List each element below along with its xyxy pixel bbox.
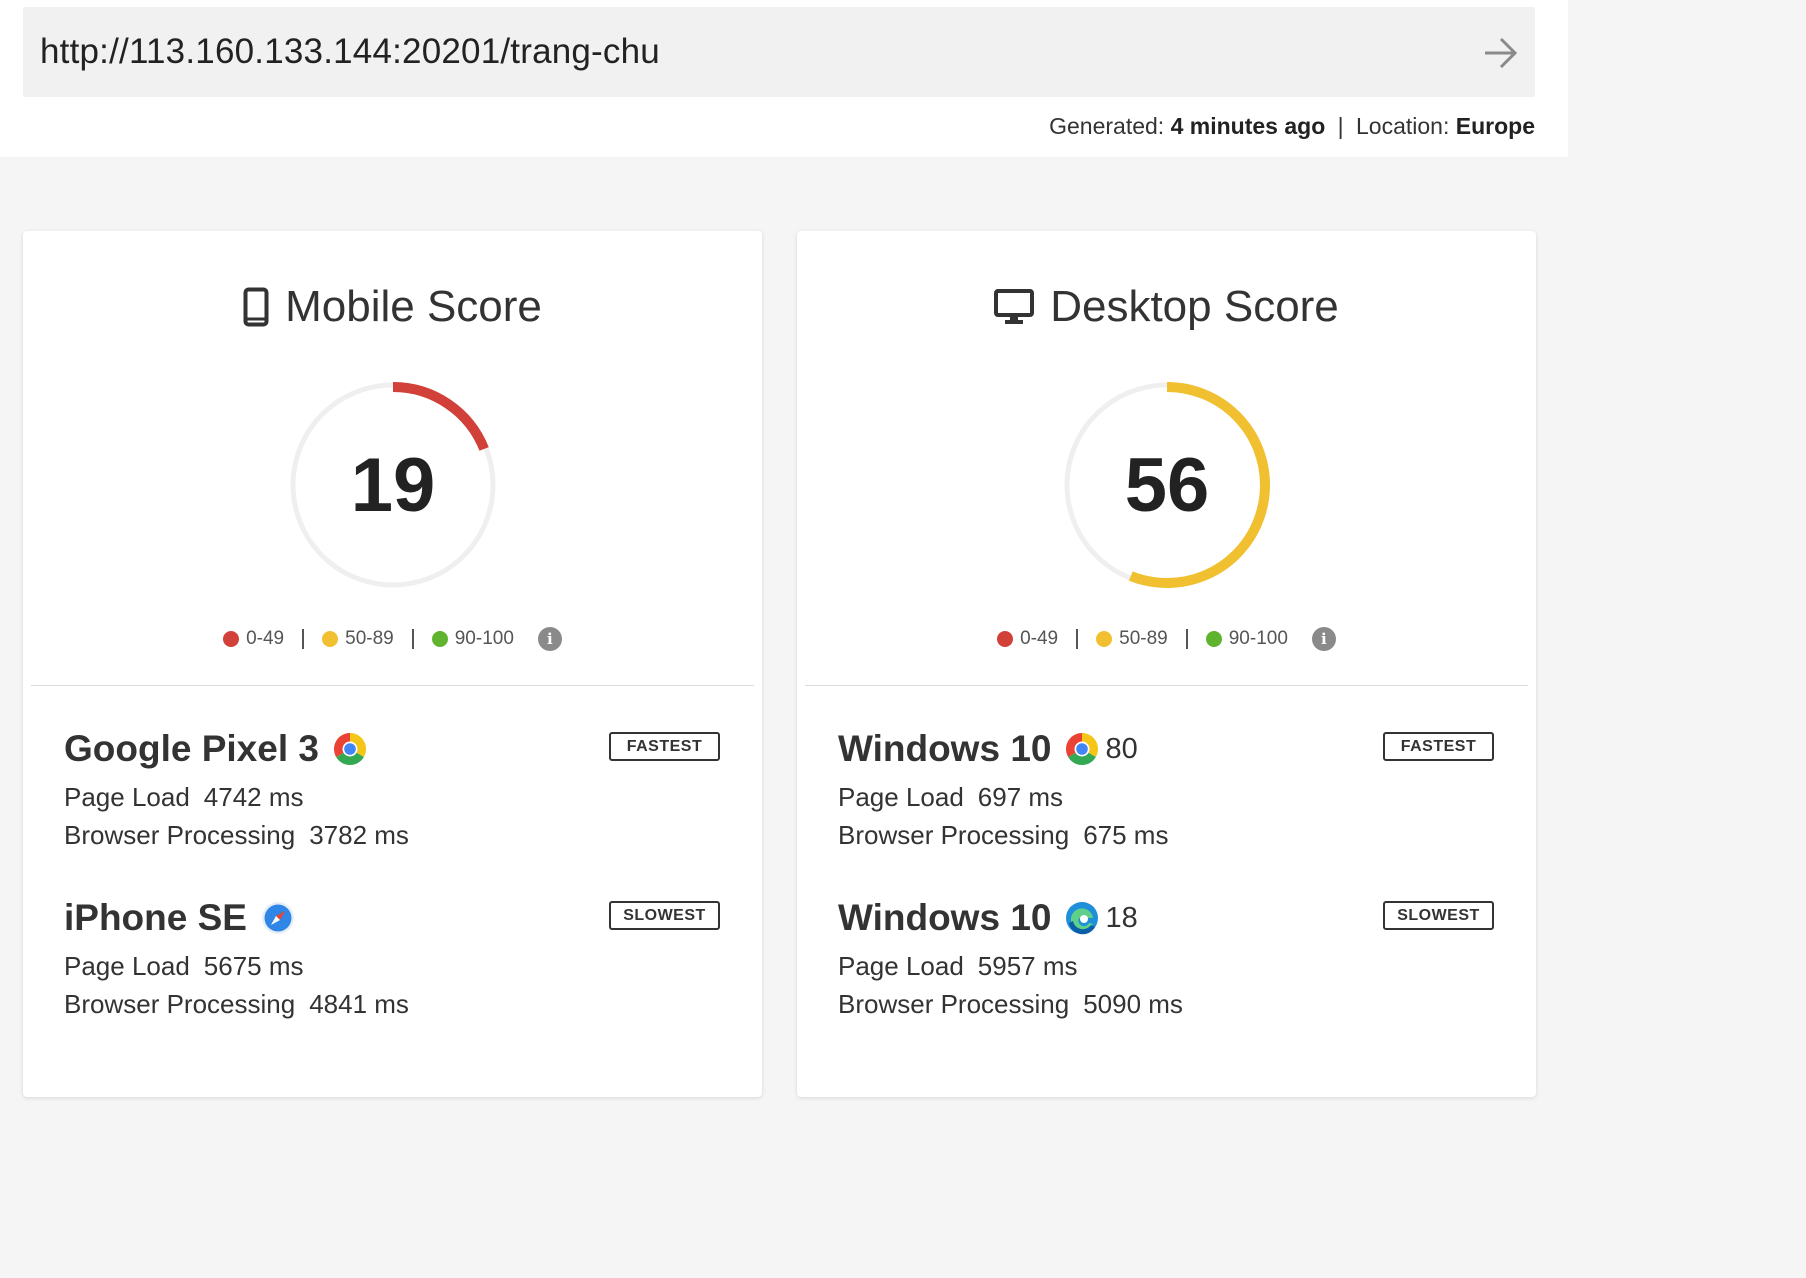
mobile-phone-icon [243, 287, 269, 327]
generated-label: Generated: [1049, 113, 1165, 139]
fastest-badge: FASTEST [609, 732, 720, 761]
device-result-fastest: Windows 10 80 FASTEST Page Load 697 ms Br… [838, 728, 1494, 868]
browser-version: 18 [1105, 901, 1138, 934]
legend-good: 90-100 [1205, 628, 1288, 650]
browser-processing-row: Browser Processing 5090 ms [838, 989, 1183, 1020]
url-text[interactable]: http://113.160.133.144:20201/trang-chu [40, 32, 660, 72]
info-icon[interactable]: i [1311, 627, 1336, 651]
red-dot-icon [997, 631, 1014, 647]
desktop-score-gauge: 56 [1061, 379, 1273, 591]
page-load-value: 4742 ms [203, 782, 304, 812]
browser-processing-label: Browser Processing [838, 820, 1070, 850]
desktop-monitor-icon [994, 289, 1035, 324]
mobile-score-title: Mobile Score [285, 282, 542, 331]
url-bar[interactable]: http://113.160.133.144:20201/trang-chu [23, 7, 1535, 97]
browser-processing-value: 4841 ms [309, 989, 409, 1019]
browser-processing-label: Browser Processing [64, 989, 296, 1019]
page-load-row: Page Load 5957 ms [838, 951, 1078, 982]
browser-processing-label: Browser Processing [64, 820, 296, 850]
yellow-dot-icon [1096, 631, 1113, 647]
meta-separator: | [1337, 113, 1344, 139]
card-divider [805, 685, 1528, 686]
page-load-label: Page Load [64, 782, 190, 812]
device-result-fastest: Google Pixel 3 FASTEST Page Load 4742 ms … [64, 728, 720, 868]
info-icon[interactable]: i [537, 627, 562, 651]
page-load-row: Page Load 4742 ms [64, 782, 304, 813]
device-result-slowest: iPhone SE SLOWEST Page Load 5675 ms Brows… [64, 897, 720, 1037]
report-meta: Generated: 4 minutes ago | Location: Eur… [1049, 113, 1535, 140]
location-label: Location: [1356, 113, 1450, 139]
generated-value: 4 minutes ago [1170, 113, 1326, 139]
browser-processing-row: Browser Processing 3782 ms [64, 820, 409, 851]
arrow-right-icon[interactable] [1481, 33, 1521, 73]
mobile-score-card: Mobile Score 19 0-49 50-89 90-100 i Goog… [23, 231, 762, 1097]
chrome-icon [1066, 733, 1099, 766]
legend-poor: 0-49 [997, 628, 1058, 650]
legend-separator [1076, 629, 1079, 649]
desktop-score-heading: Desktop Score [797, 279, 1536, 335]
page-load-label: Page Load [64, 951, 190, 981]
red-dot-icon [223, 631, 240, 647]
browser-processing-row: Browser Processing 675 ms [838, 820, 1168, 851]
card-divider [31, 685, 754, 686]
desktop-score-title: Desktop Score [1050, 282, 1339, 331]
edge-icon [1066, 902, 1099, 935]
page-load-value: 5675 ms [203, 951, 304, 981]
device-name: Google Pixel 3 [64, 728, 319, 769]
device-result-slowest: Windows 10 18 SLOWEST Page Load 5957 ms B… [838, 897, 1494, 1037]
legend-poor: 0-49 [223, 628, 284, 650]
chrome-icon [333, 733, 366, 766]
slowest-badge: SLOWEST [609, 901, 720, 930]
score-legend: 0-49 50-89 90-100 i [23, 625, 762, 653]
mobile-score-gauge: 19 [287, 379, 499, 591]
green-dot-icon [431, 631, 448, 647]
yellow-dot-icon [322, 631, 339, 647]
legend-good: 90-100 [431, 628, 514, 650]
device-name: Windows 10 [838, 728, 1052, 769]
browser-processing-value: 675 ms [1083, 820, 1169, 850]
browser-processing-label: Browser Processing [838, 989, 1070, 1019]
legend-average: 50-89 [1096, 628, 1168, 650]
browser-processing-value: 3782 ms [309, 820, 409, 850]
mobile-score-value: 19 [350, 442, 436, 528]
page-load-value: 5957 ms [977, 951, 1078, 981]
legend-separator [411, 629, 414, 649]
page-load-label: Page Load [838, 951, 964, 981]
location-value: Europe [1455, 113, 1535, 139]
desktop-score-value: 56 [1124, 442, 1210, 528]
browser-processing-value: 5090 ms [1083, 989, 1183, 1019]
fastest-badge: FASTEST [1383, 732, 1494, 761]
browser-version: 80 [1105, 732, 1138, 765]
device-name: Windows 10 [838, 897, 1052, 938]
desktop-score-card: Desktop Score 56 0-49 50-89 90-100 i Win… [797, 231, 1536, 1097]
safari-icon [261, 902, 294, 934]
page-load-row: Page Load 697 ms [838, 782, 1063, 813]
legend-average: 50-89 [322, 628, 394, 650]
legend-separator [302, 629, 305, 649]
header-band: http://113.160.133.144:20201/trang-chu G… [0, 0, 1568, 157]
mobile-score-heading: Mobile Score [23, 279, 762, 335]
page-load-value: 697 ms [977, 782, 1064, 812]
legend-separator [1185, 629, 1188, 649]
browser-processing-row: Browser Processing 4841 ms [64, 989, 409, 1020]
green-dot-icon [1205, 631, 1222, 647]
slowest-badge: SLOWEST [1383, 901, 1494, 930]
page-load-label: Page Load [838, 782, 964, 812]
page-load-row: Page Load 5675 ms [64, 951, 304, 982]
device-name: iPhone SE [64, 897, 247, 938]
score-legend: 0-49 50-89 90-100 i [797, 625, 1536, 653]
